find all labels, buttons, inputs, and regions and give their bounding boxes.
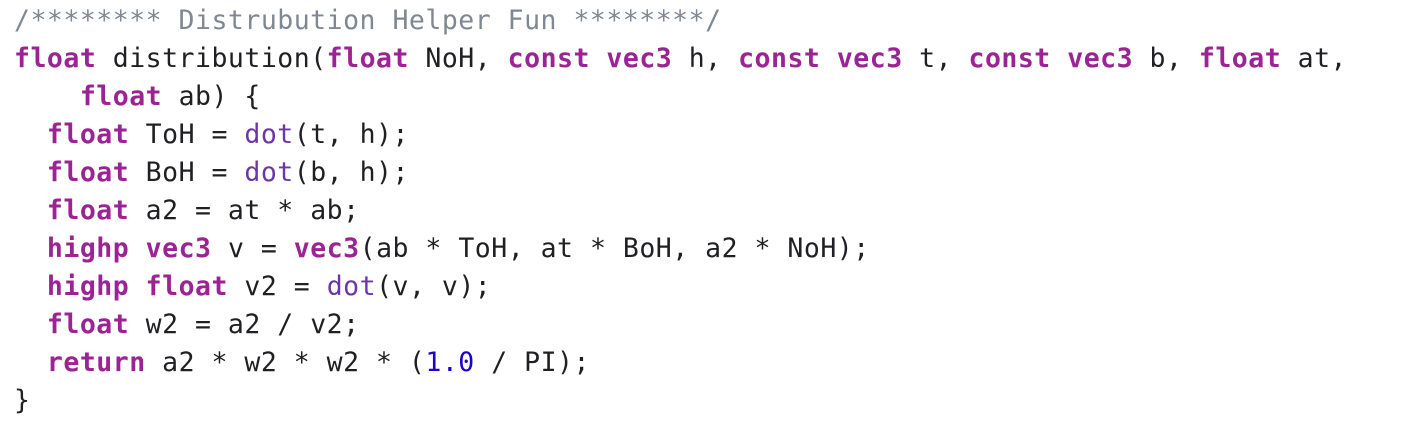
function-call-token: dot	[244, 119, 294, 150]
code-line-10: return a2 * w2 * w2 * (1.0 / PI);	[14, 344, 1422, 382]
keyword-token: float	[145, 271, 228, 302]
code-editor[interactable]: /******** Distrubution Helper Fun ******…	[14, 2, 1422, 420]
code-text-token: ToH =	[129, 119, 245, 150]
code-text-token: v =	[211, 233, 294, 264]
code-text-token: NoH,	[408, 43, 508, 74]
keyword-token: return	[46, 347, 146, 378]
code-text-token: w2 = a2 / v2;	[129, 309, 360, 340]
keyword-token: vec3	[1067, 43, 1134, 74]
keyword-token: vec3	[606, 43, 673, 74]
code-text-token: / PI);	[474, 347, 590, 378]
keyword-token: vec3	[836, 43, 903, 74]
code-text-token: ab) {	[162, 81, 261, 112]
keyword-token: float	[46, 119, 130, 150]
code-text-token: h,	[672, 43, 739, 74]
code-text-token: v2 =	[227, 271, 327, 302]
code-text-token: t,	[902, 43, 969, 74]
keyword-token: float	[46, 195, 130, 226]
code-line-7: highp vec3 v = vec3(ab * ToH, at * BoH, …	[14, 230, 1422, 268]
code-line-8: highp float v2 = dot(v, v);	[14, 268, 1422, 306]
number-literal-token: 1.0	[425, 347, 475, 378]
code-line-2: float distribution(float NoH, const vec3…	[14, 40, 1422, 78]
keyword-token: float	[79, 81, 163, 112]
code-line-5: float BoH = dot(b, h);	[14, 154, 1422, 192]
keyword-token: const	[738, 43, 821, 74]
code-line-9: float w2 = a2 / v2;	[14, 306, 1422, 344]
keyword-token: vec3	[145, 233, 212, 264]
function-call-token: dot	[244, 157, 294, 188]
code-line-1: /******** Distrubution Helper Fun ******…	[14, 2, 1422, 40]
code-text-token: (t, h);	[293, 119, 409, 150]
keyword-token: const	[507, 43, 590, 74]
code-line-11: }	[14, 382, 1422, 420]
code-text-token: (b, h);	[293, 157, 409, 188]
keyword-token: float	[46, 309, 130, 340]
code-line-3: float ab) {	[14, 78, 1422, 116]
code-line-6: float a2 = at * ab;	[14, 192, 1422, 230]
keyword-token: float	[326, 43, 409, 74]
comment-token: /******** Distrubution Helper Fun ******…	[14, 5, 722, 36]
code-text-token: a2 = at * ab;	[129, 195, 360, 226]
keyword-token: highp	[46, 233, 130, 264]
function-call-token: dot	[326, 271, 377, 302]
keyword-token: vec3	[293, 233, 360, 264]
keyword-token: highp	[46, 271, 130, 302]
keyword-token: float	[1198, 43, 1282, 74]
keyword-token: float	[46, 157, 130, 188]
code-text-token: }	[14, 385, 31, 416]
code-text-token: at,	[1281, 43, 1347, 74]
keyword-token: float	[14, 43, 97, 74]
code-text-token: distribution(	[96, 43, 327, 74]
code-line-4: float ToH = dot(t, h);	[14, 116, 1422, 154]
code-text-token: b,	[1133, 43, 1199, 74]
code-text-token: (ab * ToH, at * BoH, a2 * NoH);	[359, 233, 870, 264]
code-text-token: a2 * w2 * w2 * (	[145, 347, 426, 378]
code-text-token: (v, v);	[376, 271, 492, 302]
keyword-token: const	[968, 43, 1051, 74]
code-text-token: BoH =	[129, 157, 245, 188]
